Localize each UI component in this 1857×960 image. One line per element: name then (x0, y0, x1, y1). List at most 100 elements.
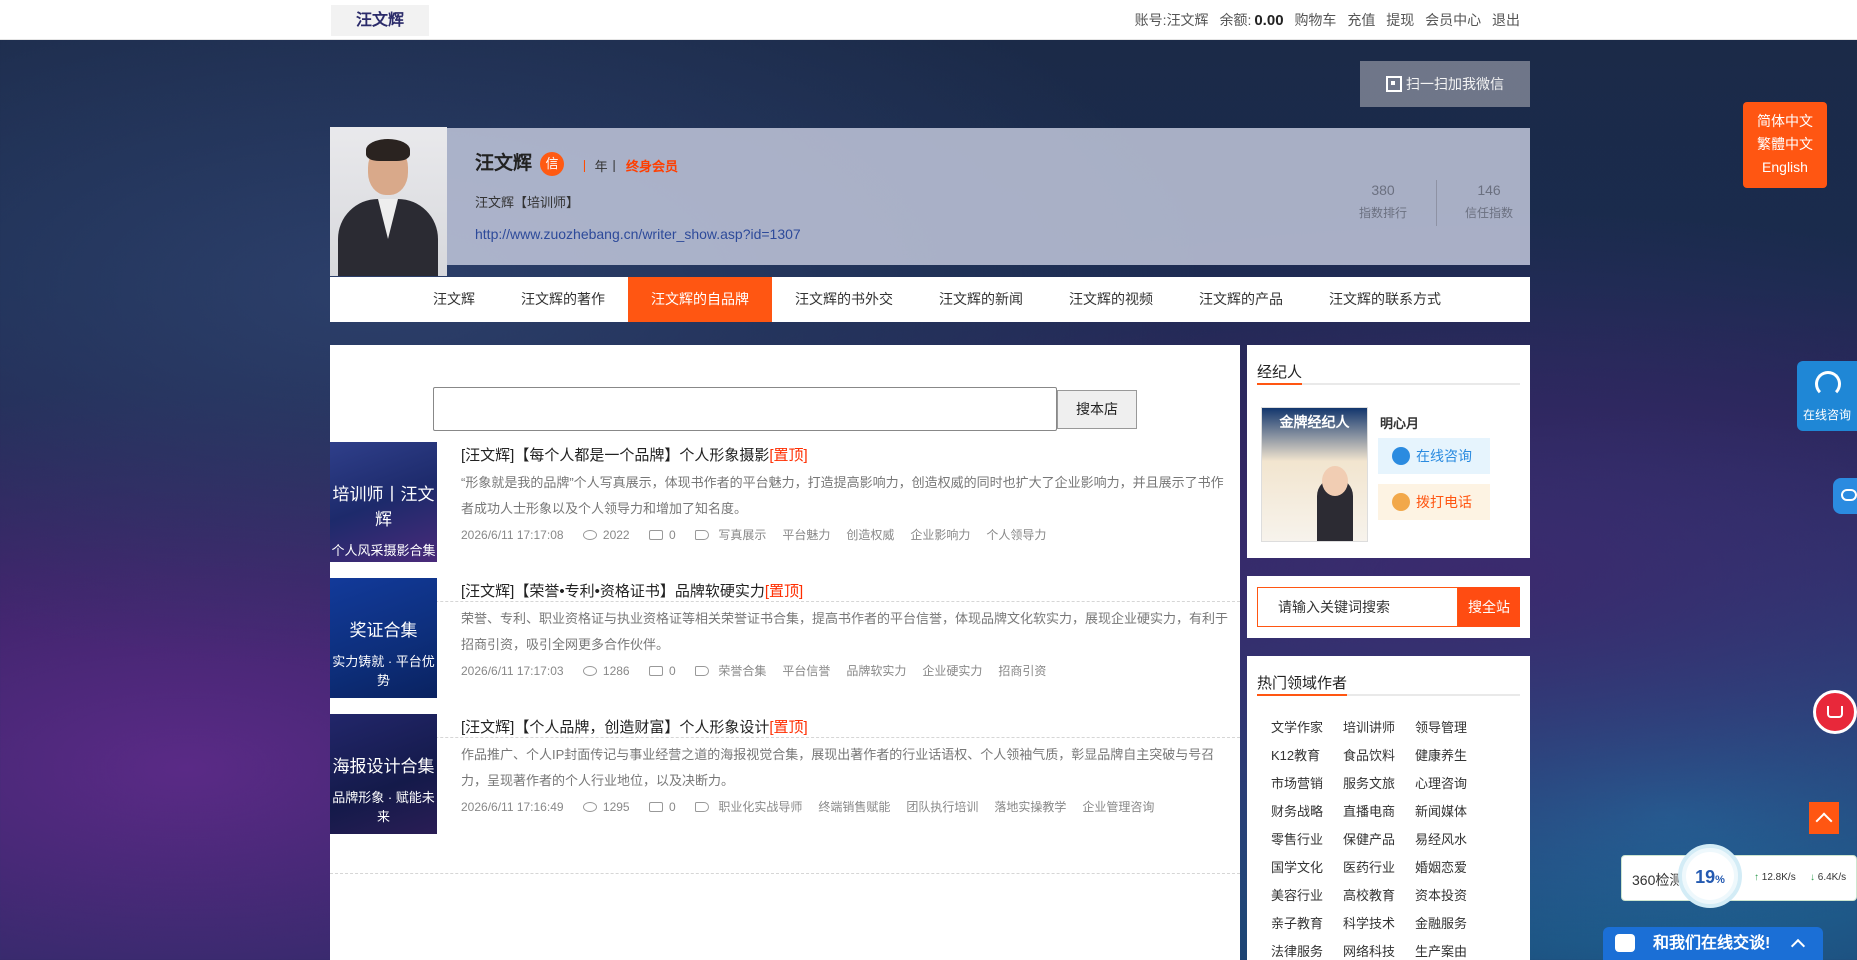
hot-tag[interactable]: 零售行业 (1271, 826, 1343, 854)
nav-brand[interactable]: 汪文辉的自品牌 (628, 277, 772, 322)
agent-consult-button[interactable]: 在线咨询 (1378, 438, 1490, 474)
account-name[interactable]: 汪文辉 (1167, 12, 1209, 28)
cart-icon (1827, 706, 1843, 718)
site-logo[interactable]: 汪文辉 (331, 5, 429, 36)
hot-tag[interactable]: 高校教育 (1343, 882, 1415, 910)
hot-tag[interactable]: 亲子教育 (1271, 910, 1343, 938)
hot-tag[interactable]: 国学文化 (1271, 854, 1343, 882)
nav-contact[interactable]: 汪文辉的联系方式 (1306, 277, 1464, 322)
hot-tag[interactable]: 网络科技 (1343, 938, 1415, 960)
pinned-tag: [置顶] (769, 447, 808, 464)
agent-image[interactable]: 金牌经纪人 (1261, 407, 1368, 542)
online-consult-button[interactable]: 在线咨询 (1797, 361, 1857, 431)
comments: 0 (648, 800, 676, 814)
post-title[interactable]: [汪文辉]【个人品牌，创造财富】个人形象设计[置顶] (461, 716, 808, 737)
post-tag[interactable]: 企业影响力 (910, 528, 970, 542)
withdraw-link[interactable]: 提现 (1386, 12, 1414, 28)
post-date: 2026/6/11 17:17:03 (461, 664, 564, 678)
logout-link[interactable]: 退出 (1492, 12, 1520, 28)
hot-tag[interactable]: 财务战略 (1271, 798, 1343, 826)
hot-tag[interactable]: 直播电商 (1343, 798, 1415, 826)
post-date: 2026/6/11 17:17:08 (461, 528, 564, 542)
cart-link[interactable]: 购物车 (1294, 12, 1336, 28)
live-chat-label: 和我们在线交谈! (1653, 935, 1771, 952)
lang-simplified[interactable]: 简体中文 (1743, 110, 1827, 133)
hot-tag[interactable]: 领导管理 (1415, 714, 1487, 742)
post-tag[interactable]: 企业硬实力 (922, 664, 982, 678)
hot-tag[interactable]: 婚姻恋爱 (1415, 854, 1487, 882)
nav-home[interactable]: 汪文辉 (410, 277, 498, 322)
hot-tag[interactable]: K12教育 (1271, 742, 1343, 770)
post-tag[interactable]: 企业管理咨询 (1082, 800, 1154, 814)
hot-tag[interactable]: 食品饮料 (1343, 742, 1415, 770)
hot-tag[interactable]: 易经风水 (1415, 826, 1487, 854)
views-count: 1286 (602, 664, 630, 678)
wechat-qr-button[interactable]: 扫一扫加我微信 (1360, 61, 1530, 107)
post-tag[interactable]: 写真展示 (718, 528, 766, 542)
post-description: 荣誉、专利、职业资格证与执业资格证等相关荣誉证书合集，提高书作者的平台信誉，体现… (461, 611, 1229, 652)
year-text: 年 (594, 159, 608, 174)
hot-tag[interactable]: 培训讲师 (1343, 714, 1415, 742)
post-tag[interactable]: 终端销售赋能 (818, 800, 890, 814)
balance-value: 0.00 (1254, 12, 1284, 29)
shop-search-input[interactable] (433, 387, 1057, 431)
hot-tag[interactable]: 服务文旅 (1343, 770, 1415, 798)
float-red-button[interactable] (1813, 690, 1857, 734)
hot-tag[interactable]: 保健产品 (1343, 826, 1415, 854)
hot-tag[interactable]: 文学作家 (1271, 714, 1343, 742)
hot-tag[interactable]: 医药行业 (1343, 854, 1415, 882)
nav-news[interactable]: 汪文辉的新闻 (916, 277, 1046, 322)
post-tag[interactable]: 招商引资 (998, 664, 1046, 678)
post-tag[interactable]: 个人领导力 (986, 528, 1046, 542)
hot-tag[interactable]: 健康养生 (1415, 742, 1487, 770)
post-thumbnail[interactable]: 奖证合集 实力铸就 · 平台优势 (330, 578, 437, 698)
nav-diplomacy[interactable]: 汪文辉的书外交 (772, 277, 916, 322)
post-tag[interactable]: 品牌软实力 (846, 664, 906, 678)
wechat-qr-label: 扫一扫加我微信 (1406, 76, 1504, 92)
member-center-link[interactable]: 会员中心 (1425, 12, 1481, 28)
hot-tag[interactable]: 市场营销 (1271, 770, 1343, 798)
post-tag[interactable]: 团队执行培训 (906, 800, 978, 814)
download-speed: ↓ 6.4K/s (1810, 872, 1847, 883)
speed-widget[interactable]: 360检测 19% ↑ 12.8K/s ↓ 6.4K/s (1621, 844, 1857, 908)
shop-search-button[interactable]: 搜本店 (1057, 390, 1137, 429)
post-tag[interactable]: 平台信誉 (782, 664, 830, 678)
post-tag[interactable]: 荣誉合集 (718, 664, 766, 678)
post-thumbnail[interactable]: 培训师丨汪文辉 个人风采摄影合集 (330, 442, 437, 562)
hot-tag[interactable]: 资本投资 (1415, 882, 1487, 910)
nav-videos[interactable]: 汪文辉的视频 (1046, 277, 1176, 322)
post-tag[interactable]: 创造权威 (846, 528, 894, 542)
hot-tag[interactable]: 法律服务 (1271, 938, 1343, 960)
post-thumbnail[interactable]: 海报设计合集 品牌形象 · 赋能未来 (330, 714, 437, 834)
lang-traditional[interactable]: 繁體中文 (1743, 133, 1827, 156)
agent-heading: 经纪人 (1257, 361, 1520, 385)
agent-call-button[interactable]: 拨打电话 (1378, 484, 1490, 520)
site-search-panel: 请输入关键词搜索 搜全站 (1247, 576, 1530, 638)
profile-url[interactable]: http://www.zuozhebang.cn/writer_show.asp… (475, 226, 801, 242)
hot-heading: 热门领域作者 (1257, 672, 1520, 696)
post-tag[interactable]: 落地实操教学 (994, 800, 1066, 814)
hot-tag[interactable]: 科学技术 (1343, 910, 1415, 938)
site-search-button[interactable]: 搜全站 (1458, 587, 1520, 627)
pinned-tag: [置顶] (769, 719, 808, 736)
hot-tag[interactable]: 金融服务 (1415, 910, 1487, 938)
speed-label: 360检测 (1632, 872, 1684, 888)
post-tag[interactable]: 平台魅力 (782, 528, 830, 542)
post-tag[interactable]: 职业化实战导师 (718, 800, 802, 814)
post-title[interactable]: [汪文辉]【每个人都是一个品牌】个人形象摄影[置顶] (461, 444, 808, 465)
post-title[interactable]: [汪文辉]【荣誉•专利•资格证书】品牌软硬实力[置顶] (461, 580, 803, 601)
thumb-subtitle: 品牌形象 · 赋能未来 (332, 790, 435, 824)
nav-works[interactable]: 汪文辉的著作 (498, 277, 628, 322)
nav-products[interactable]: 汪文辉的产品 (1176, 277, 1306, 322)
hot-tag[interactable]: 心理咨询 (1415, 770, 1487, 798)
hot-tag[interactable]: 美容行业 (1271, 882, 1343, 910)
live-chat-bar[interactable]: 和我们在线交谈! (1603, 927, 1823, 960)
hot-tag[interactable]: 生产案由 (1415, 938, 1487, 960)
link-button[interactable] (1833, 478, 1857, 514)
profile-name: 汪文辉 (475, 153, 533, 174)
recharge-link[interactable]: 充值 (1347, 12, 1375, 28)
hot-tag[interactable]: 新闻媒体 (1415, 798, 1487, 826)
site-search-input[interactable]: 请输入关键词搜索 (1257, 587, 1458, 627)
back-to-top-button[interactable] (1809, 802, 1839, 834)
lang-english[interactable]: English (1743, 156, 1827, 179)
